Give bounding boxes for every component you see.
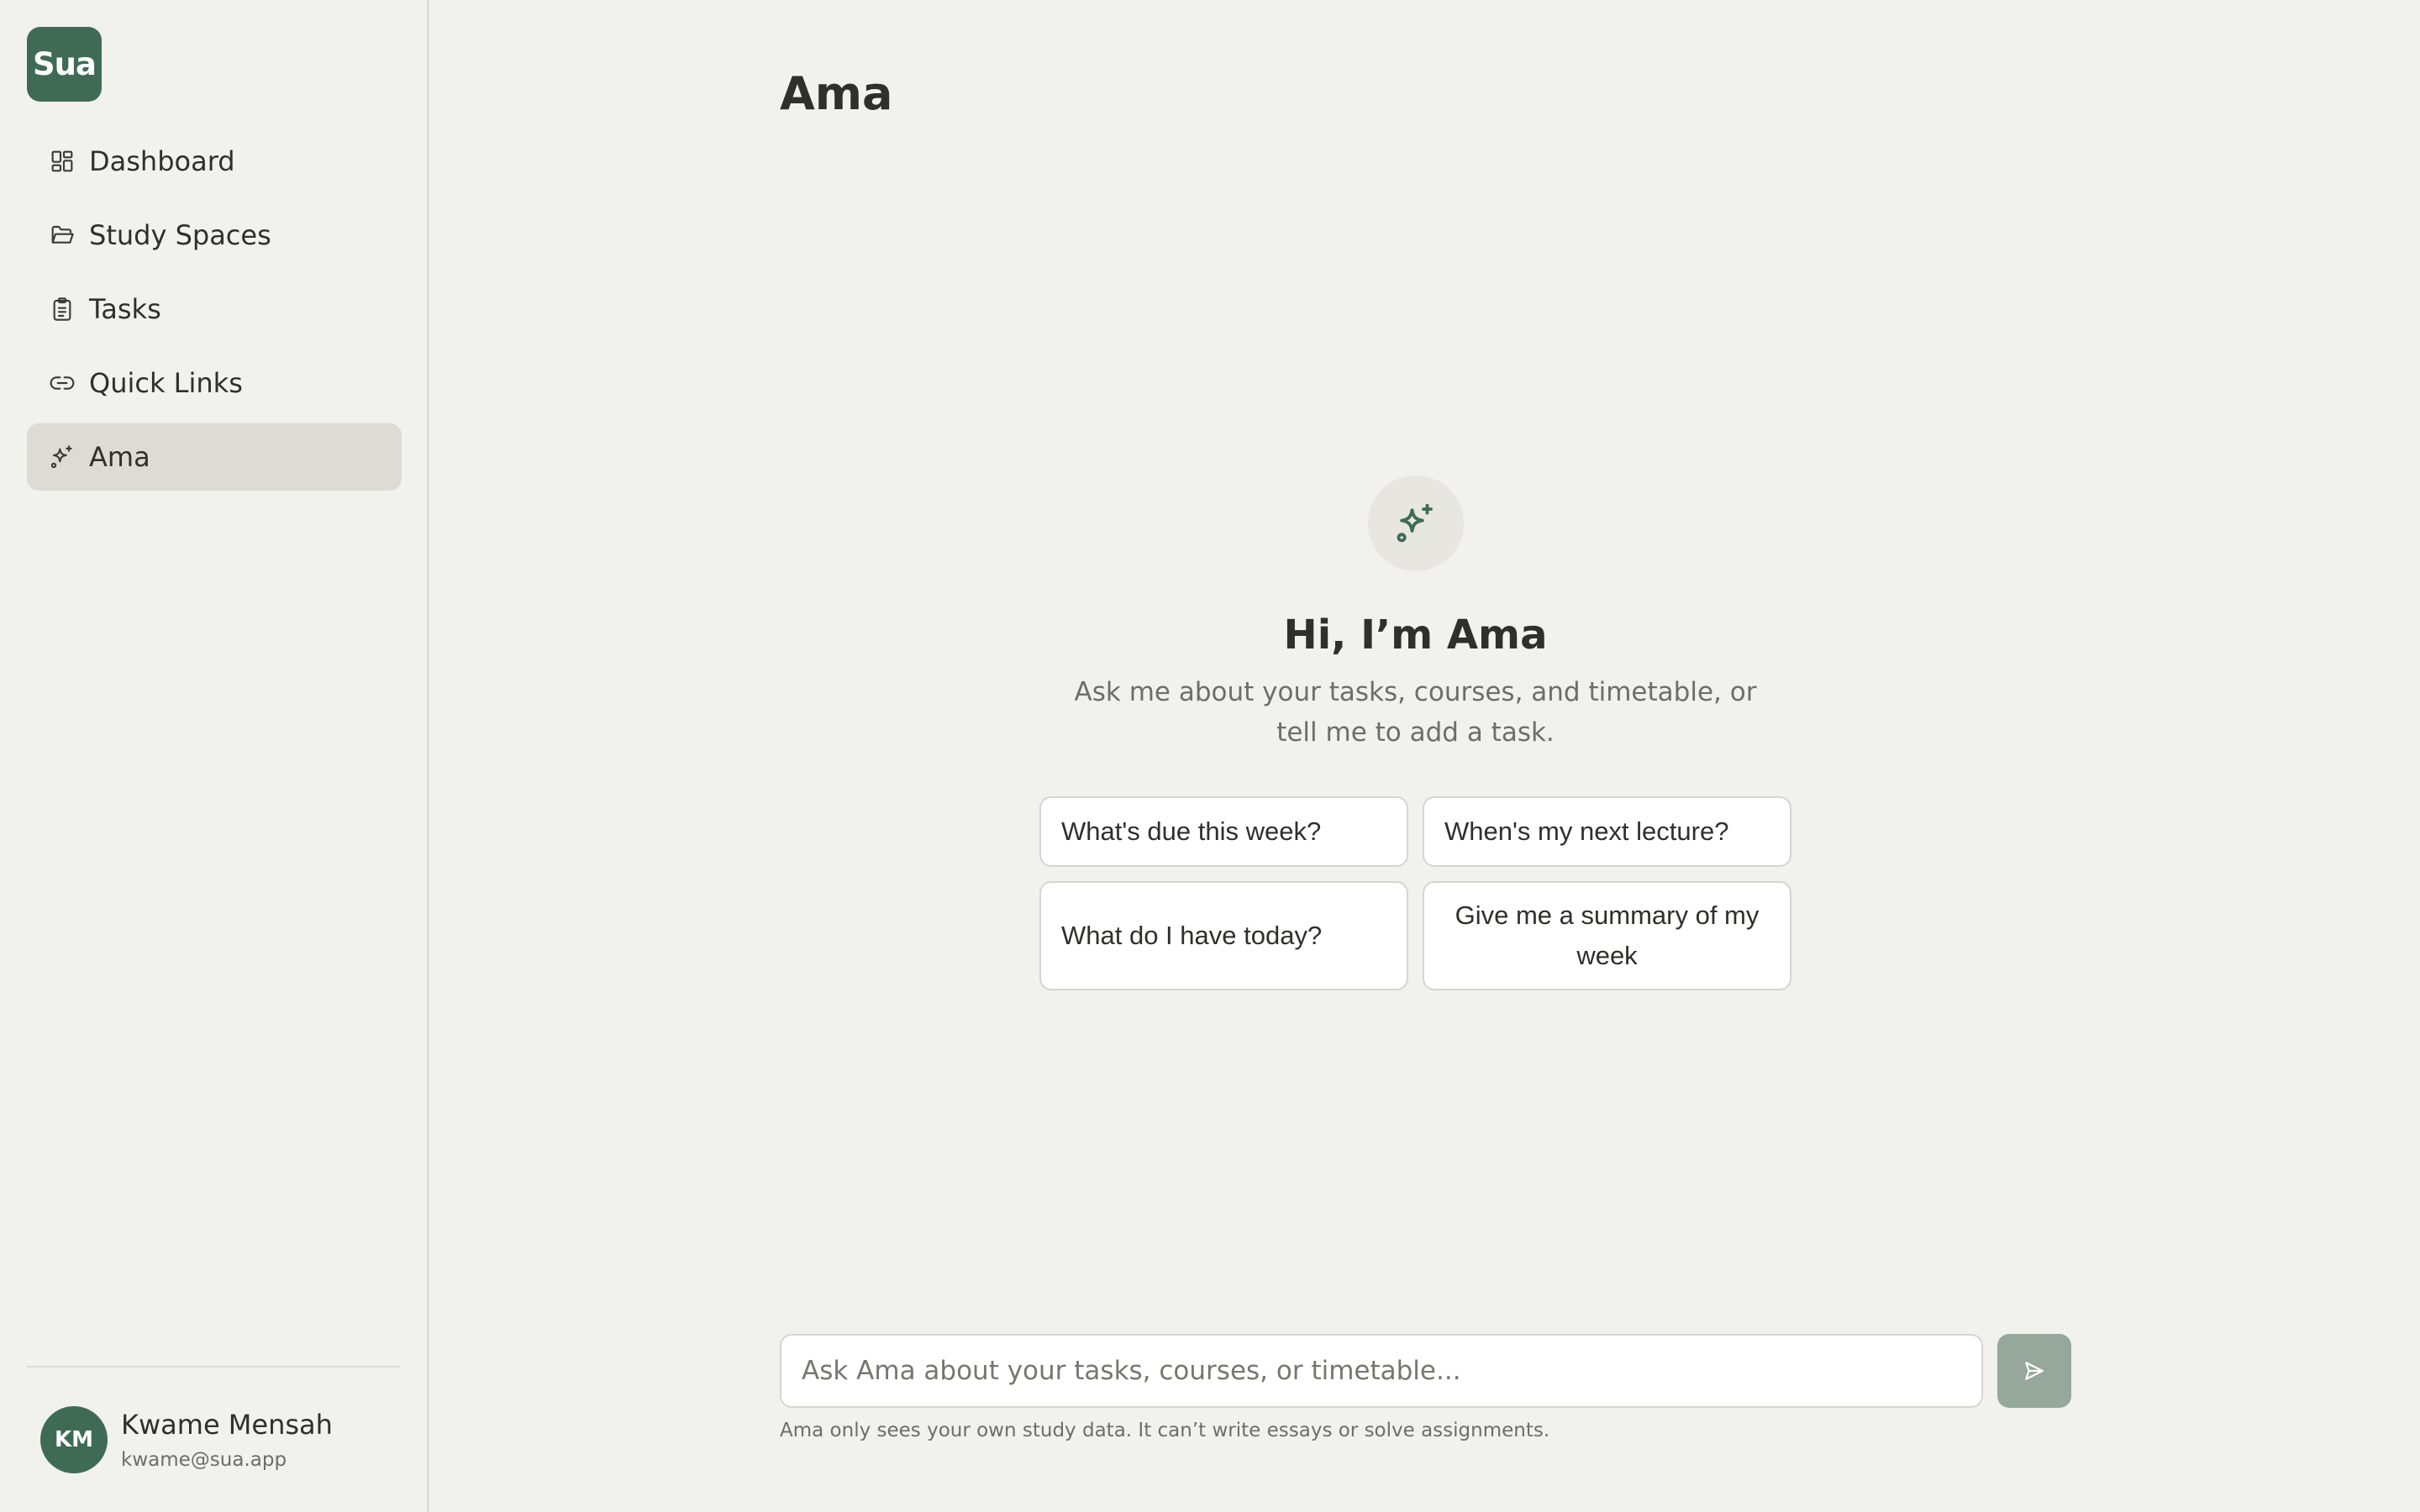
main-content: Ama Hi, I’m Ama Ask me about your tasks,… <box>429 0 2420 1512</box>
sidebar-item-label: Ama <box>89 441 150 473</box>
send-button[interactable] <box>1997 1334 2071 1408</box>
sidebar-item-label: Study Spaces <box>89 219 271 251</box>
sparkles-icon <box>47 442 77 472</box>
link-icon <box>47 368 77 398</box>
sidebar-item-dashboard[interactable]: Dashboard <box>27 128 402 195</box>
sidebar: Sua Dashboard Study Spaces Tasks Quick L… <box>0 0 429 1512</box>
user-profile[interactable]: KM Kwame Mensah kwame@sua.app <box>27 1366 400 1512</box>
sidebar-item-label: Tasks <box>89 293 161 325</box>
assistant-welcome: Hi, I’m Ama Ask me about your tasks, cou… <box>420 475 2411 990</box>
sidebar-item-label: Dashboard <box>89 145 235 177</box>
greeting-subtitle: Ask me about your tasks, courses, and ti… <box>1074 677 1757 748</box>
app-logo[interactable]: Sua <box>27 27 102 102</box>
send-icon <box>2023 1360 2045 1382</box>
sidebar-item-study-spaces[interactable]: Study Spaces <box>27 202 402 269</box>
suggestion-chip[interactable]: Give me a summary of my week <box>1423 881 1791 990</box>
sparkles-icon <box>1367 475 1464 571</box>
page-title: Ama <box>780 67 893 120</box>
clipboard-icon <box>47 294 77 324</box>
folder-icon <box>47 220 77 250</box>
message-composer <box>780 1334 2071 1408</box>
sidebar-item-ama[interactable]: Ama <box>27 423 402 491</box>
suggestion-chips: What's due this week? When's my next lec… <box>1039 796 1791 990</box>
sidebar-item-quick-links[interactable]: Quick Links <box>27 349 402 417</box>
greeting-heading: Hi, I’m Ama <box>1283 612 1548 659</box>
sidebar-item-tasks[interactable]: Tasks <box>27 276 402 343</box>
sidebar-item-label: Quick Links <box>89 367 243 399</box>
disclaimer-text: Ama only sees your own study data. It ca… <box>780 1420 1550 1441</box>
avatar: KM <box>40 1406 108 1473</box>
suggestion-chip[interactable]: What do I have today? <box>1039 881 1408 990</box>
avatar-initials: KM <box>54 1427 94 1452</box>
logo-text: Sua <box>33 46 97 82</box>
user-meta: Kwame Mensah kwame@sua.app <box>121 1409 333 1471</box>
suggestion-chip[interactable]: What's due this week? <box>1039 796 1408 867</box>
app-window: Sua Dashboard Study Spaces Tasks Quick L… <box>0 0 2420 1512</box>
message-input[interactable] <box>780 1334 1983 1408</box>
suggestion-chip[interactable]: When's my next lecture? <box>1423 796 1791 867</box>
user-email: kwame@sua.app <box>121 1449 287 1471</box>
sidebar-nav: Dashboard Study Spaces Tasks Quick Links… <box>27 128 402 491</box>
grid-icon <box>47 146 77 176</box>
user-name: Kwame Mensah <box>121 1409 333 1441</box>
